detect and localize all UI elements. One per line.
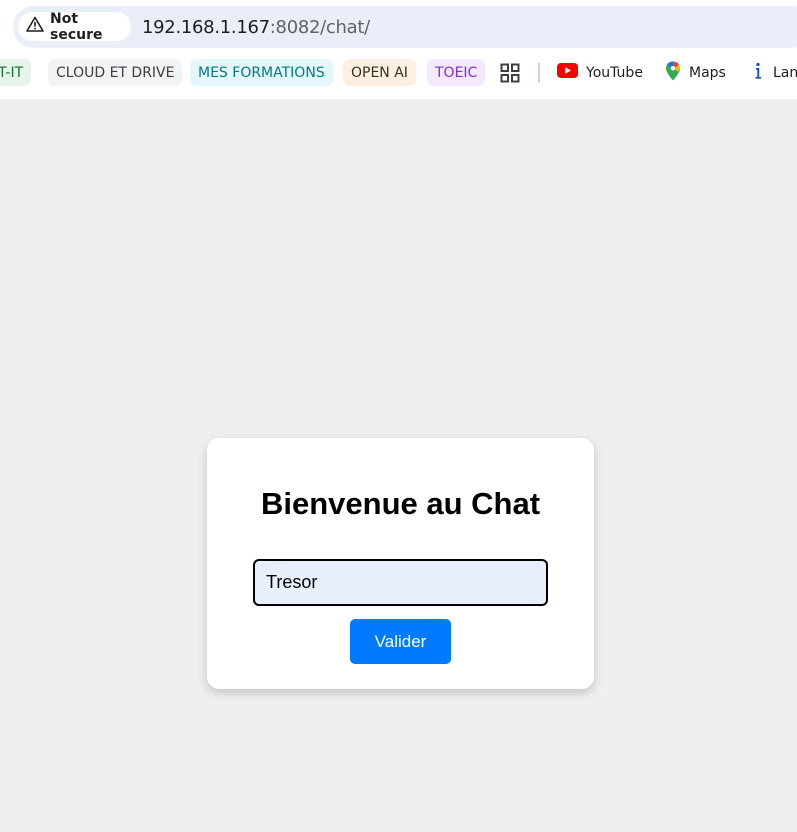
bookmark-it-it[interactable]: IT-IT (0, 59, 32, 86)
bookmark-lan[interactable]: Lan (751, 59, 797, 86)
security-chip[interactable]: Not secure (18, 10, 131, 43)
bookmark-label: YouTube (586, 64, 643, 81)
bookmark-label: OPEN AI (351, 64, 408, 81)
warning-icon (26, 16, 44, 37)
address-bar[interactable]: Not secure 192.168.1.167:8082/chat/ (13, 6, 797, 48)
bookmark-label: CLOUD ET DRIVE (56, 64, 175, 81)
bookmarks-divider (538, 63, 540, 83)
url-host: 192.168.1.167 (142, 17, 270, 38)
bookmarks-bar: IT-IT CLOUD ET DRIVE MES FORMATIONS OPEN… (0, 59, 797, 87)
maps-icon (665, 61, 681, 85)
youtube-icon (557, 63, 578, 82)
bookmark-label: Lan (773, 64, 797, 81)
username-input[interactable] (253, 559, 548, 606)
apps-grid-icon[interactable] (500, 59, 520, 86)
page-title: Bienvenue au Chat (260, 486, 541, 521)
browser-toolbar: Not secure 192.168.1.167:8082/chat/ IT-I… (0, 0, 797, 99)
bookmark-open-ai[interactable]: OPEN AI (343, 59, 416, 86)
security-label: Not secure (50, 10, 103, 43)
bookmark-label: TOEIC (435, 64, 478, 81)
bookmark-label: IT-IT (0, 64, 24, 81)
bookmark-label: Maps (689, 64, 726, 81)
login-card: Bienvenue au Chat Valider (207, 438, 594, 689)
url-path: :8082/chat/ (269, 17, 370, 38)
info-icon (751, 62, 765, 84)
bookmark-cloud-et-drive[interactable]: CLOUD ET DRIVE (48, 59, 183, 86)
url-text[interactable]: 192.168.1.167:8082/chat/ (142, 17, 370, 38)
bookmark-maps[interactable]: Maps (665, 59, 726, 86)
bookmark-toeic[interactable]: TOEIC (427, 59, 486, 86)
submit-button[interactable]: Valider (350, 619, 451, 664)
bookmark-label: MES FORMATIONS (198, 64, 325, 81)
bookmark-mes-formations[interactable]: MES FORMATIONS (190, 59, 333, 86)
bookmark-youtube[interactable]: YouTube (557, 59, 643, 86)
